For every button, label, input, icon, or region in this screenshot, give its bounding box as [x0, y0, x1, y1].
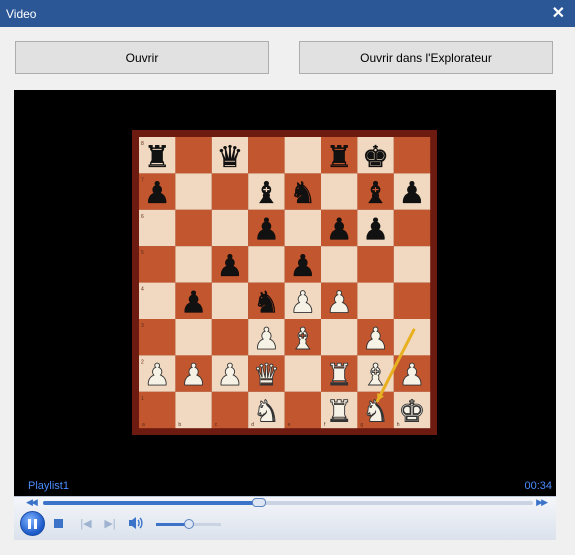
- seek-progress: [43, 501, 259, 505]
- board-square: [321, 319, 358, 356]
- board-square: [248, 246, 285, 283]
- board-square: [393, 209, 431, 247]
- white-pawn-icon: ♟: [289, 285, 316, 320]
- file-label: a: [142, 422, 145, 428]
- white-queen-icon: ♛: [253, 358, 280, 393]
- file-label: e: [288, 422, 291, 428]
- board-square: [248, 137, 285, 174]
- next-icon[interactable]: ▶|: [102, 516, 118, 530]
- black-rook-icon: ♜: [144, 140, 171, 175]
- black-rook-icon: ♜: [326, 140, 353, 175]
- chess-board-svg: 87654321a b c d e f g h♜ ♛ ♜ ♚♟ ♝ ♞ ♝ ♟♟ ♟ ♟♟ ♟♟ ♞ ♟ ♟♟ ♝ ♟♟ ♟ ♟…: [139, 137, 431, 430]
- rewind-icon[interactable]: ◀◀: [26, 497, 38, 508]
- white-pawn-icon: ♟: [399, 358, 426, 393]
- volume-thumb[interactable]: [183, 519, 194, 529]
- volume-icon[interactable]: [127, 514, 145, 532]
- close-icon[interactable]: ✕: [552, 5, 565, 22]
- black-queen-icon: ♛: [217, 140, 244, 175]
- board-square: [139, 209, 176, 247]
- white-pawn-icon: ♟: [253, 322, 280, 357]
- black-knight-icon: ♞: [253, 285, 280, 320]
- black-pawn-icon: ♟: [217, 249, 244, 284]
- board-square: [175, 173, 212, 210]
- fast-forward-icon[interactable]: ▶▶: [536, 497, 548, 508]
- previous-icon[interactable]: |◀: [78, 516, 94, 530]
- video-player[interactable]: 8 7 6 5 4 3 2 1 a b c d e f g h ♜ ♛ ♜ ♚ ♟ ♝ ♞ ♝ ♟ ♟ ♟ ♟ ♟ ♟ ♟ ♞ ♟ ♟ ♟ ♝ ♟ ♟ ♟ ♟…: [14, 90, 556, 496]
- black-pawn-icon: ♟: [289, 249, 316, 284]
- white-knight-icon: ♞: [362, 395, 389, 430]
- file-label: b: [178, 422, 181, 428]
- board-square: [175, 319, 212, 356]
- white-pawn-icon: ♟: [144, 358, 171, 393]
- board-square: [321, 173, 358, 210]
- board-square: [211, 173, 249, 210]
- black-pawn-icon: ♟: [144, 176, 171, 211]
- black-bishop-icon: ♝: [362, 176, 389, 211]
- board-square: [284, 209, 321, 247]
- board-square: [175, 209, 212, 247]
- white-pawn-icon: ♟: [326, 285, 353, 320]
- open-button[interactable]: Ouvrir: [15, 41, 269, 74]
- board-square: [357, 246, 394, 283]
- rank-label: 1: [141, 396, 144, 402]
- black-pawn-icon: ♟: [326, 213, 353, 248]
- black-king-icon: ♚: [362, 140, 389, 175]
- pause-icon: [28, 518, 37, 529]
- rank-label: 3: [141, 323, 144, 329]
- board-square: [284, 137, 321, 174]
- board-square: [284, 355, 321, 392]
- white-pawn-icon: ♟: [180, 358, 207, 393]
- board-square: [139, 246, 176, 283]
- seek-thumb[interactable]: [251, 498, 266, 507]
- chess-board: 8 7 6 5 4 3 2 1 a b c d e f g h ♜ ♛ ♜ ♚ ♟ ♝ ♞ ♝ ♟ ♟ ♟ ♟ ♟ ♟ ♟ ♞ ♟ ♟ ♟ ♝ ♟ ♟ ♟ ♟…: [132, 130, 437, 435]
- player-controls: ◀◀ ▶▶ |◀ ▶|: [14, 496, 556, 540]
- pause-button[interactable]: [20, 511, 45, 536]
- black-pawn-icon: ♟: [253, 213, 280, 248]
- board-square: [211, 319, 249, 356]
- board-square: [357, 282, 394, 319]
- black-pawn-icon: ♟: [399, 176, 426, 211]
- playlist-label: Playlist1: [28, 480, 69, 492]
- stop-button[interactable]: [54, 519, 63, 528]
- title-bar: Video ✕: [0, 0, 575, 27]
- black-pawn-icon: ♟: [362, 213, 389, 248]
- window-title: Video: [6, 6, 37, 21]
- white-king-icon: ♚: [399, 395, 426, 430]
- white-knight-icon: ♞: [253, 395, 280, 430]
- white-rook-icon: ♜: [326, 358, 353, 393]
- board-square: [175, 137, 212, 174]
- volume-slider[interactable]: [156, 519, 221, 529]
- white-pawn-icon: ♟: [217, 358, 244, 393]
- board-square: [139, 319, 176, 356]
- board-square: [393, 319, 431, 356]
- board-square: [393, 246, 431, 283]
- rank-label: 4: [141, 287, 144, 293]
- white-rook-icon: ♜: [326, 395, 353, 430]
- seek-bar[interactable]: [43, 498, 533, 507]
- black-knight-icon: ♞: [289, 176, 316, 211]
- rank-label: 6: [141, 214, 144, 220]
- board-square: [321, 246, 358, 283]
- board-square: [211, 209, 249, 247]
- time-display: 00:34: [524, 480, 552, 492]
- board-square: [393, 282, 431, 319]
- board-square: [393, 137, 431, 174]
- white-bishop-icon: ♝: [289, 322, 316, 357]
- board-square: [175, 246, 212, 283]
- rank-label: 5: [141, 250, 144, 256]
- white-pawn-icon: ♟: [362, 322, 389, 357]
- open-in-explorer-button[interactable]: Ouvrir dans l'Explorateur: [299, 41, 553, 74]
- board-square: [139, 282, 176, 319]
- black-bishop-icon: ♝: [253, 176, 280, 211]
- black-pawn-icon: ♟: [180, 285, 207, 320]
- board-square: [211, 282, 249, 319]
